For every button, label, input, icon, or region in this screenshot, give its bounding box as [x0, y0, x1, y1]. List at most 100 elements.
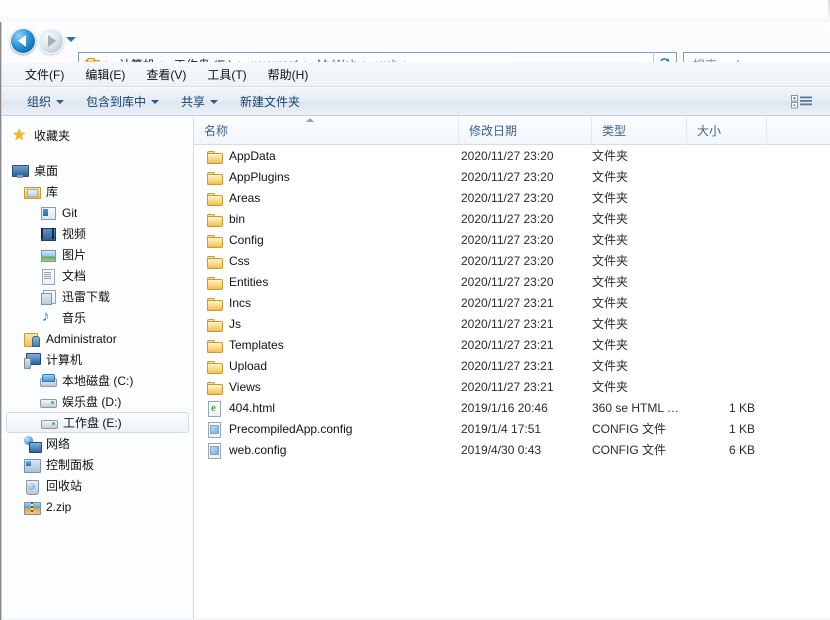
cell-name: PrecompiledApp.config — [194, 421, 459, 437]
column-headers: 名称 修改日期 类型 大小 — [194, 117, 830, 145]
recent-locations-chevron-down-icon[interactable] — [66, 37, 76, 42]
cell-modified-date: 2020/11/27 23:20 — [459, 149, 592, 163]
sidebar-item-network[interactable]: 网络 — [2, 433, 193, 454]
organize-button[interactable]: 组织 — [16, 88, 75, 115]
sidebar-item-label: 网络 — [46, 435, 70, 452]
table-row[interactable]: Config2020/11/27 23:20文件夹 — [194, 229, 830, 250]
new-folder-label: 新建文件夹 — [240, 93, 300, 110]
explorer-window: ▶ 计算机 ▶ 工作盘 (E:) ▶ wwwroot ▶ MyWeb ▶ web… — [0, 0, 830, 620]
cell-type: CONFIG 文件 — [592, 441, 687, 458]
config-file-icon — [206, 442, 222, 458]
cell-name: Css — [194, 253, 459, 269]
sidebar-item-zip-archive[interactable]: 2.zip — [2, 496, 193, 517]
table-row[interactable]: bin2020/11/27 23:20文件夹 — [194, 208, 830, 229]
table-row[interactable]: Entities2020/11/27 23:20文件夹 — [194, 271, 830, 292]
menu-help[interactable]: 帮助(H) — [259, 63, 318, 86]
change-view-button[interactable] — [788, 94, 816, 110]
sidebar-item-libraries[interactable]: 库 — [2, 181, 193, 202]
chevron-down-icon — [56, 100, 64, 104]
computer-icon — [24, 352, 40, 368]
share-button[interactable]: 共享 — [170, 88, 229, 115]
git-library-icon — [40, 205, 56, 221]
cell-type: 文件夹 — [592, 147, 687, 164]
sidebar-item-computer[interactable]: 计算机 — [2, 349, 193, 370]
library-icon — [24, 184, 40, 200]
cell-type: 文件夹 — [592, 168, 687, 185]
sidebar-item-recycle-bin[interactable]: 回收站 — [2, 475, 193, 496]
table-row[interactable]: Incs2020/11/27 23:21文件夹 — [194, 292, 830, 313]
drive-icon — [40, 394, 56, 410]
folder-icon — [206, 379, 222, 395]
folder-icon — [206, 358, 222, 374]
file-name-label: Js — [229, 317, 241, 331]
column-header-label: 修改日期 — [469, 122, 517, 139]
file-name-label: Areas — [229, 191, 260, 205]
menu-view[interactable]: 查看(V) — [137, 63, 195, 86]
sidebar-item-drive-c[interactable]: 本地磁盘 (C:) — [2, 370, 193, 391]
drive-icon — [41, 415, 57, 431]
organize-label: 组织 — [27, 93, 51, 110]
sidebar-item-pictures[interactable]: 图片 — [2, 244, 193, 265]
table-row[interactable]: AppData2020/11/27 23:20文件夹 — [194, 145, 830, 166]
sidebar-item-label: 图片 — [62, 246, 86, 263]
sidebar-item-drive-d[interactable]: 娱乐盘 (D:) — [2, 391, 193, 412]
arrow-right-icon — [48, 35, 56, 47]
column-header-name[interactable]: 名称 — [194, 117, 459, 145]
sidebar-item-control-panel[interactable]: 控制面板 — [2, 454, 193, 475]
column-header-type[interactable]: 类型 — [592, 117, 687, 145]
table-row[interactable]: Templates2020/11/27 23:21文件夹 — [194, 334, 830, 355]
table-row[interactable]: Areas2020/11/27 23:20文件夹 — [194, 187, 830, 208]
cell-type: 360 se HTML Do... — [592, 401, 687, 415]
column-header-blank[interactable] — [767, 117, 827, 145]
column-header-date[interactable]: 修改日期 — [459, 117, 592, 145]
chevron-down-icon — [151, 100, 159, 104]
menu-tools[interactable]: 工具(T) — [198, 63, 255, 86]
sidebar-item-favorites[interactable]: 收藏夹 — [2, 125, 193, 146]
column-header-label: 名称 — [204, 122, 228, 139]
cell-name: Areas — [194, 190, 459, 206]
folder-icon — [206, 232, 222, 248]
column-header-size[interactable]: 大小 — [687, 117, 767, 145]
sidebar-item-drive-e[interactable]: 工作盘 (E:) — [6, 412, 189, 433]
cell-size: 1 KB — [687, 401, 767, 415]
sidebar-item-label: 视频 — [62, 225, 86, 242]
sidebar-item-label: 文档 — [62, 267, 86, 284]
table-row[interactable]: 404.html2019/1/16 20:46360 se HTML Do...… — [194, 397, 830, 418]
music-icon — [40, 310, 56, 326]
cell-name: Entities — [194, 274, 459, 290]
sidebar-item-desktop[interactable]: 桌面 — [2, 160, 193, 181]
file-name-label: Incs — [229, 296, 251, 310]
sidebar-item-music[interactable]: 音乐 — [2, 307, 193, 328]
table-row[interactable]: PrecompiledApp.config2019/1/4 17:51CONFI… — [194, 418, 830, 439]
menu-edit[interactable]: 编辑(E) — [76, 63, 134, 86]
cell-name: Js — [194, 316, 459, 332]
cell-type: 文件夹 — [592, 231, 687, 248]
sidebar-item-git[interactable]: Git — [2, 202, 193, 223]
system-drive-icon — [40, 373, 56, 389]
table-row[interactable]: Css2020/11/27 23:20文件夹 — [194, 250, 830, 271]
forward-button[interactable] — [38, 28, 64, 54]
sidebar-item-administrator[interactable]: Administrator — [2, 328, 193, 349]
cell-type: 文件夹 — [592, 210, 687, 227]
navigation-bar: ▶ 计算机 ▶ 工作盘 (E:) ▶ wwwroot ▶ MyWeb ▶ web… — [0, 22, 830, 62]
include-in-library-button[interactable]: 包含到库中 — [75, 88, 170, 115]
cell-modified-date: 2020/11/27 23:20 — [459, 254, 592, 268]
network-icon — [24, 436, 40, 452]
command-toolbar: 组织 包含到库中 共享 新建文件夹 — [2, 88, 830, 116]
table-row[interactable]: Js2020/11/27 23:21文件夹 — [194, 313, 830, 334]
table-row[interactable]: Views2020/11/27 23:21文件夹 — [194, 376, 830, 397]
new-folder-button[interactable]: 新建文件夹 — [229, 88, 311, 115]
sidebar-item-videos[interactable]: 视频 — [2, 223, 193, 244]
back-button[interactable] — [10, 28, 36, 54]
user-folder-icon — [24, 331, 40, 347]
videos-icon — [40, 226, 56, 242]
table-row[interactable]: AppPlugins2020/11/27 23:20文件夹 — [194, 166, 830, 187]
table-row[interactable]: Upload2020/11/27 23:21文件夹 — [194, 355, 830, 376]
sidebar-item-thunder-download[interactable]: 迅雷下载 — [2, 286, 193, 307]
menu-file[interactable]: 文件(F) — [16, 63, 73, 86]
desktop-icon — [12, 163, 28, 179]
table-row[interactable]: web.config2019/4/30 0:43CONFIG 文件6 KB — [194, 439, 830, 460]
sidebar-item-documents[interactable]: 文档 — [2, 265, 193, 286]
chevron-down-icon — [210, 100, 218, 104]
cell-name: Incs — [194, 295, 459, 311]
